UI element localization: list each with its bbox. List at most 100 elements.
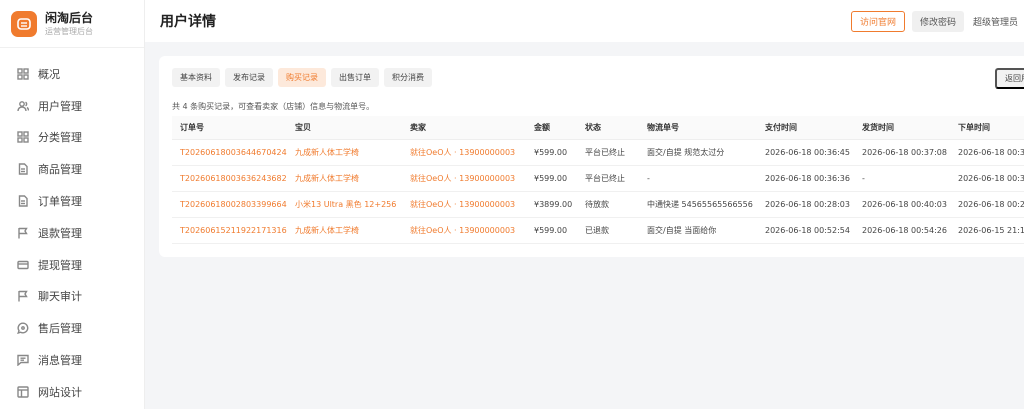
sidebar-item-chat-audit[interactable]: 聊天审计 (0, 281, 144, 313)
paid-time-cell: 2026-06-18 00:36:36 (757, 165, 854, 192)
column-header: 卖家 (402, 116, 526, 140)
sidebar-nav: 概况 用户管理 分类管理 商品管理 订单管理 退款管理 提现管理 聊天审计 售后… (0, 48, 144, 408)
sidebar-item-orders[interactable]: 订单管理 (0, 185, 144, 217)
column-header: 金额 (526, 116, 577, 140)
status-cell: 待放款 (577, 191, 639, 218)
visit-site-button[interactable]: 访问官网 (850, 10, 905, 32)
sidebar-item-users[interactable]: 用户管理 (0, 90, 144, 122)
column-header: 下单时间 (950, 116, 1024, 140)
sidebar-item-overview[interactable]: 概况 (0, 58, 144, 90)
grid-icon (17, 131, 29, 144)
back-to-user-list-button[interactable]: 返回用户列表 (995, 68, 1024, 89)
tracking-cell: 面交/自提 当面给你 (639, 217, 757, 244)
column-header: 物流单号 (639, 116, 757, 140)
chat-icon (17, 322, 29, 335)
message-icon (17, 354, 29, 367)
ordered-time-cell: 2026-06-15 21:19:2 (950, 217, 1024, 244)
shipped-time-cell: 2026-06-18 00:40:03 (854, 191, 950, 218)
product-link[interactable]: 九成新人体工学椅 (287, 217, 402, 244)
status-cell: 平台已终止 (577, 139, 639, 166)
product-link[interactable]: 小米13 Ultra 黑色 12+256 (287, 191, 402, 218)
sidebar-item-label: 聊天审计 (38, 290, 82, 304)
seller-link[interactable]: 就往OeO人 · 13900000003 (402, 165, 526, 192)
card-icon (17, 259, 29, 271)
column-header: 状态 (577, 116, 639, 140)
sidebar-item-label: 消息管理 (38, 354, 82, 368)
admin-name[interactable]: 超级管理员 (973, 15, 1018, 28)
seller-link[interactable]: 就往OeO人 · 13900000003 (402, 139, 526, 166)
status-cell: 平台已终止 (577, 165, 639, 192)
sidebar-item-site-design[interactable]: 网站设计 (0, 376, 144, 408)
header-actions: 访问官网 修改密码 超级管理员 (850, 0, 1024, 42)
seller-link[interactable]: 就往OeO人 · 13900000003 (402, 191, 526, 218)
purchase-records-card: 基本资料 发布记录 购买记录 出售订单 积分消费 返回用户列表 共 4 条购买记… (159, 56, 1024, 257)
records-summary: 共 4 条购买记录，可查看卖家（店铺）信息与物流单号。 (172, 102, 375, 111)
sidebar-item-refunds[interactable]: 退款管理 (0, 217, 144, 249)
document-icon (17, 195, 29, 207)
order-number-link[interactable]: T20260618003644670424 (172, 139, 287, 166)
top-header: 用户详情 访问官网 修改密码 超级管理员 (145, 0, 1024, 42)
amount-cell: ¥599.00 (526, 217, 577, 244)
shipped-time-cell: 2026-06-18 00:54:26 (854, 217, 950, 244)
sidebar-item-label: 售后管理 (38, 322, 82, 336)
tab-points-consumption[interactable]: 积分消费 (384, 68, 432, 87)
paid-time-cell: 2026-06-18 00:36:45 (757, 139, 854, 166)
purchase-records-table: 订单号 宝贝 卖家 金额 状态 物流单号 支付时间 发货时间 下单时间 T202… (172, 116, 1024, 244)
order-number-link[interactable]: T20260615211922171316 (172, 217, 287, 244)
sidebar-item-after-sales[interactable]: 售后管理 (0, 312, 144, 344)
brand-subtitle: 运营管理后台 (45, 26, 93, 36)
tracking-cell: 中通快递 54565565566556 (639, 191, 757, 218)
brand[interactable]: 闲淘后台 运营管理后台 (0, 0, 144, 48)
seller-link[interactable]: 就往OeO人 · 13900000003 (402, 217, 526, 244)
sidebar-item-label: 订单管理 (38, 195, 82, 209)
order-number-link[interactable]: T20260618002803399664 (172, 191, 287, 218)
paid-time-cell: 2026-06-18 00:28:03 (757, 191, 854, 218)
dashboard-icon (17, 68, 29, 80)
ordered-time-cell: 2026-06-18 00:36: (950, 165, 1024, 192)
tab-sale-orders[interactable]: 出售订单 (331, 68, 379, 87)
sidebar-item-categories[interactable]: 分类管理 (0, 122, 144, 154)
flag-icon (17, 290, 29, 302)
tracking-cell: 面交/自提 规范太过分 (639, 139, 757, 166)
change-password-button[interactable]: 修改密码 (911, 10, 964, 32)
detail-tabs: 基本资料 发布记录 购买记录 出售订单 积分消费 (172, 68, 437, 87)
sidebar-item-label: 提现管理 (38, 258, 82, 272)
amount-cell: ¥3899.00 (526, 191, 577, 218)
product-link[interactable]: 九成新人体工学椅 (287, 165, 402, 192)
column-header: 支付时间 (757, 116, 854, 140)
users-icon (17, 100, 29, 112)
order-number-link[interactable]: T20260618003636243682 (172, 165, 287, 192)
column-header: 宝贝 (287, 116, 402, 140)
sidebar-item-messages[interactable]: 消息管理 (0, 344, 144, 376)
paid-time-cell: 2026-06-18 00:52:54 (757, 217, 854, 244)
tab-purchase-records[interactable]: 购买记录 (278, 68, 326, 87)
table-row: T20260618003636243682 九成新人体工学椅 就往OeO人 · … (172, 165, 1024, 192)
sidebar-item-label: 退款管理 (38, 226, 82, 240)
sidebar: 闲淘后台 运营管理后台 概况 用户管理 分类管理 商品管理 订单管理 退款管理 (0, 0, 145, 409)
column-header: 订单号 (172, 116, 287, 140)
tracking-cell: - (639, 165, 757, 192)
table-row: T20260618003644670424 九成新人体工学椅 就往OeO人 · … (172, 139, 1024, 166)
ordered-time-cell: 2026-06-18 00:36:4 (950, 139, 1024, 166)
amount-cell: ¥599.00 (526, 139, 577, 166)
page-title: 用户详情 (160, 14, 216, 30)
product-link[interactable]: 九成新人体工学椅 (287, 139, 402, 166)
ordered-time-cell: 2026-06-18 00:28:0 (950, 191, 1024, 218)
flag-icon (17, 227, 29, 239)
sidebar-item-label: 商品管理 (38, 163, 82, 177)
brand-title: 闲淘后台 (45, 10, 94, 25)
sidebar-item-label: 概况 (38, 67, 60, 81)
tab-basic-info[interactable]: 基本资料 (172, 68, 220, 87)
document-icon (17, 163, 29, 175)
sidebar-item-label: 网站设计 (38, 385, 82, 399)
tab-publish-records[interactable]: 发布记录 (225, 68, 273, 87)
amount-cell: ¥599.00 (526, 165, 577, 192)
table-row: T20260615211922171316 九成新人体工学椅 就往OeO人 · … (172, 217, 1024, 244)
column-header: 发货时间 (854, 116, 950, 140)
sidebar-item-products[interactable]: 商品管理 (0, 153, 144, 185)
brand-logo-icon (11, 10, 37, 37)
status-cell: 已退款 (577, 217, 639, 244)
sidebar-item-label: 分类管理 (38, 131, 82, 145)
table-header-row: 订单号 宝贝 卖家 金额 状态 物流单号 支付时间 发货时间 下单时间 (172, 116, 1024, 140)
sidebar-item-withdrawals[interactable]: 提现管理 (0, 249, 144, 281)
